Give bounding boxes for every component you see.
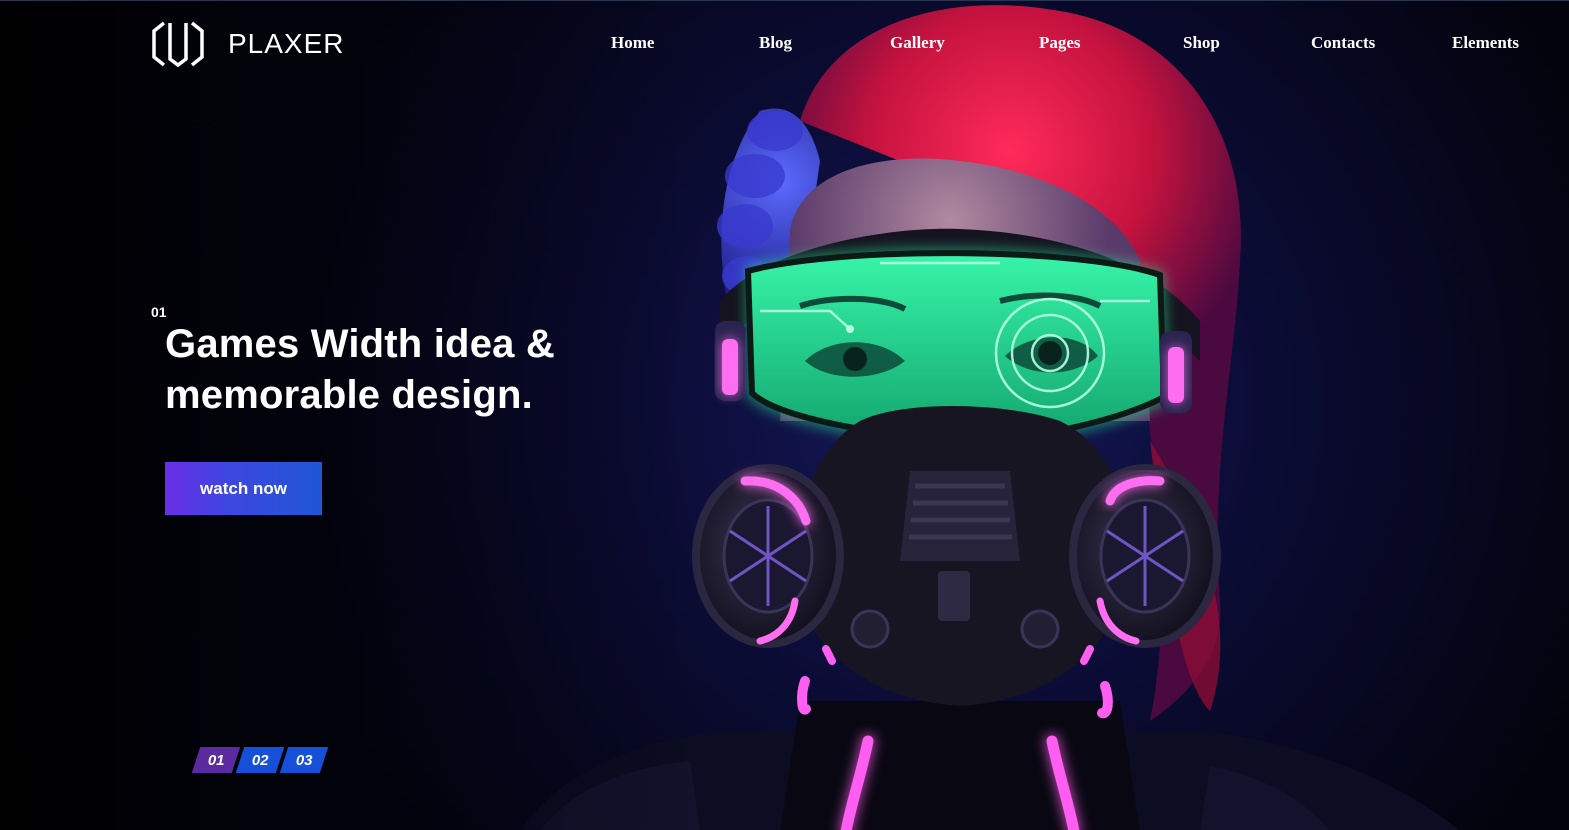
nav-item-gallery[interactable]: Gallery: [890, 31, 945, 55]
hero-title-line-1: Games Width idea &: [165, 322, 555, 366]
main-navigation: Home Blog Gallery Pages Shop Contacts El…: [0, 31, 1569, 57]
pager-item-01[interactable]: 01: [191, 747, 241, 773]
slider-pagination: 01 02 03: [191, 747, 329, 773]
site-header: PLAXER Home Blog Gallery Pages Shop Cont…: [0, 1, 1569, 87]
pager-item-02[interactable]: 02: [235, 747, 285, 773]
nav-item-pages[interactable]: Pages: [1039, 31, 1081, 55]
pager-item-label: 03: [295, 751, 313, 769]
landing-page: PLAXER Home Blog Gallery Pages Shop Cont…: [0, 0, 1569, 830]
nav-item-elements[interactable]: Elements: [1452, 31, 1519, 55]
nav-item-blog[interactable]: Blog: [759, 31, 792, 55]
pager-item-03[interactable]: 03: [279, 747, 329, 773]
hero-title-line-2: memorable design.: [165, 373, 533, 417]
pager-item-label: 02: [251, 751, 269, 769]
nav-item-shop[interactable]: Shop: [1183, 31, 1220, 55]
nav-item-home[interactable]: Home: [611, 31, 654, 55]
hero-title: Games Width idea & memorable design.: [165, 319, 685, 421]
slide-index: 01: [151, 304, 167, 320]
watch-now-button[interactable]: watch now: [165, 462, 322, 515]
nav-item-contacts[interactable]: Contacts: [1311, 31, 1375, 55]
pager-item-label: 01: [207, 751, 225, 769]
